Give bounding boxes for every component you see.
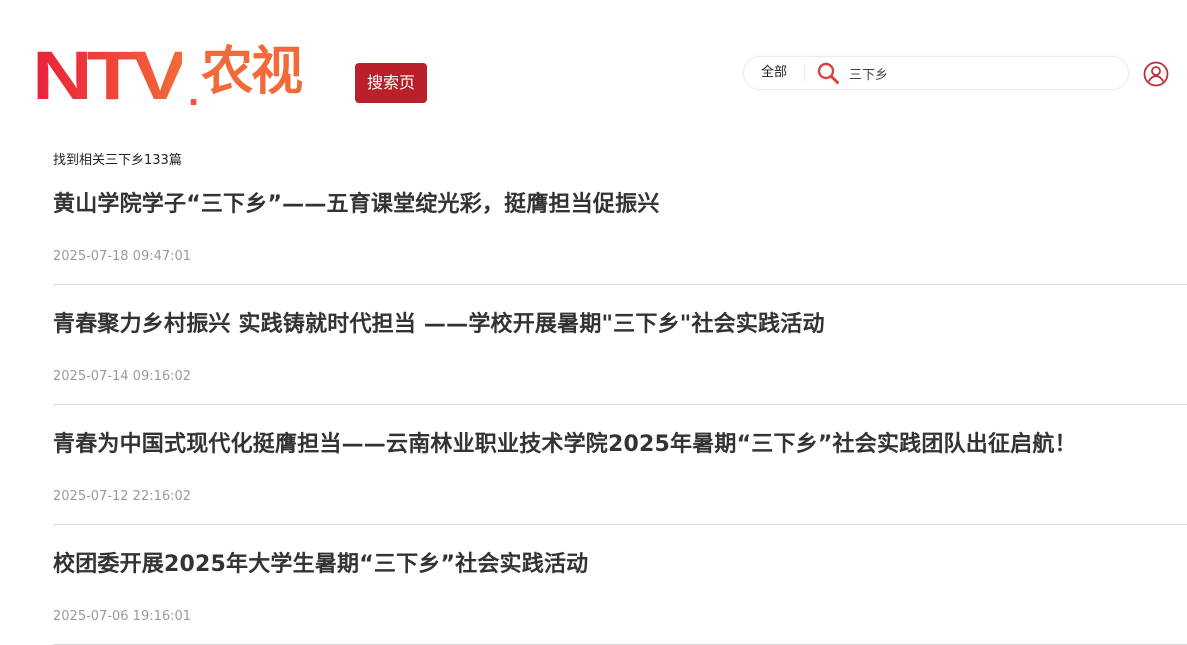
logo-cn-text: 农视: [201, 42, 303, 102]
search-page: NTV . 农视 搜索页 全部 找到相关三下乡133篇 黄山学院学子“三下乡”—…: [0, 0, 1187, 645]
result-title-link[interactable]: 青春聚力乡村振兴 实践铸就时代担当 ——学校开展暑期"三下乡"社会实践活动: [53, 306, 825, 338]
logo-ntv-text: NTV: [32, 36, 188, 114]
result-date: 2025-07-18 09:47:01: [53, 249, 192, 264]
result-item: 青春聚力乡村振兴 实践铸就时代担当 ——学校开展暑期"三下乡"社会实践活动 20…: [53, 286, 1187, 405]
search-input[interactable]: [849, 61, 1099, 85]
result-date: 2025-07-06 19:16:01: [53, 609, 192, 624]
search-scope-select[interactable]: 全部: [744, 63, 805, 83]
logo-dot: .: [188, 70, 200, 114]
result-title-link[interactable]: 校团委开展2025年大学生暑期“三下乡”社会实践活动: [53, 546, 588, 578]
page-tag-badge: 搜索页: [355, 63, 427, 103]
result-list: 黄山学院学子“三下乡”——五育课堂绽光彩，挺膺担当促振兴 2025-07-18 …: [53, 166, 1187, 645]
result-item: 黄山学院学子“三下乡”——五育课堂绽光彩，挺膺担当促振兴 2025-07-18 …: [53, 166, 1187, 285]
result-date: 2025-07-14 09:16:02: [53, 369, 192, 384]
result-title-link[interactable]: 青春为中国式现代化挺膺担当——云南林业职业技术学院2025年暑期“三下乡”社会实…: [53, 426, 1077, 458]
ntv-logo[interactable]: NTV . 农视: [32, 34, 303, 114]
search-bar: 全部: [743, 56, 1129, 90]
result-title-link[interactable]: 黄山学院学子“三下乡”——五育课堂绽光彩，挺膺担当促振兴: [53, 186, 660, 218]
result-date: 2025-07-12 22:16:02: [53, 489, 192, 504]
result-item: 青春为中国式现代化挺膺担当——云南林业职业技术学院2025年暑期“三下乡”社会实…: [53, 406, 1187, 525]
search-icon[interactable]: [815, 60, 841, 86]
user-icon[interactable]: [1143, 61, 1169, 87]
result-item: 校团委开展2025年大学生暑期“三下乡”社会实践活动 2025-07-06 19…: [53, 526, 1187, 645]
